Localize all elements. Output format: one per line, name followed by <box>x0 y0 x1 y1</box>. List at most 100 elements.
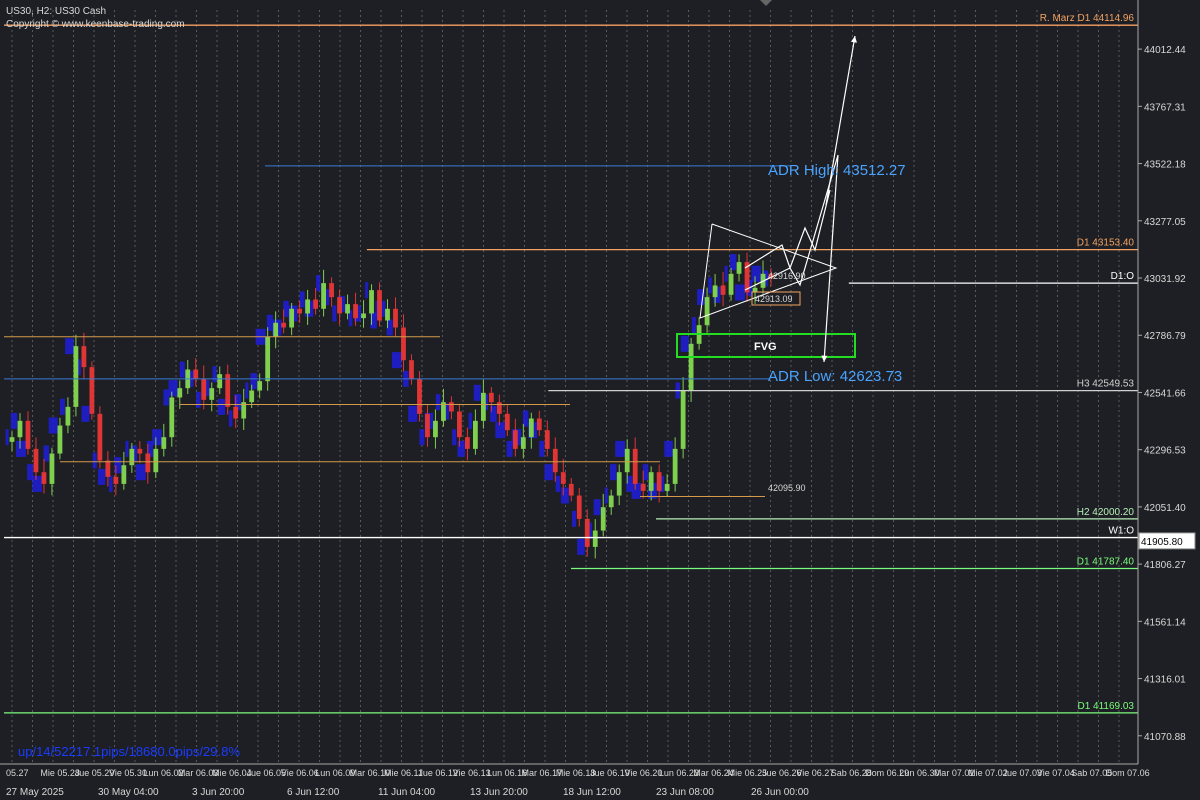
time-label-lower: 3 Jun 20:00 <box>192 787 245 798</box>
volume-profile-bar <box>577 538 585 555</box>
price-tick-label: 41070.88 <box>1144 732 1186 743</box>
candle-body <box>688 343 694 391</box>
time-label-lower: 23 Jun 08:00 <box>656 787 714 798</box>
time-label-lower: 6 Jun 12:00 <box>287 787 340 798</box>
volume-profile-bar <box>97 468 106 485</box>
candle-body <box>417 378 422 414</box>
volume-profile-bar <box>435 394 441 411</box>
level-label: D1:O <box>1111 271 1135 282</box>
candle-body <box>289 308 295 328</box>
candle-body <box>680 390 686 449</box>
label-42916: 42916.90 <box>768 271 806 281</box>
candle-body <box>329 283 334 298</box>
price-tick-label: 42541.66 <box>1144 388 1186 399</box>
candle-body <box>361 313 366 319</box>
time-label-upper: Vie 06.27 <box>796 768 834 778</box>
candle-body <box>89 367 95 414</box>
candle-body <box>504 413 510 431</box>
time-label-upper: Vie 06.20 <box>625 768 663 778</box>
candle-body <box>249 390 255 403</box>
adr-low-label: ADR Low: 42623.73 <box>768 368 902 385</box>
candle-body <box>177 388 183 398</box>
volume-profile-bar <box>196 391 201 408</box>
level-label: D1 43153.40 <box>1077 238 1135 249</box>
volume-profile-bar <box>560 487 569 504</box>
volume-profile-bar <box>452 429 457 446</box>
candle-body <box>137 448 143 454</box>
candle-body <box>281 322 287 328</box>
candle-body <box>233 406 239 419</box>
candle-body <box>265 336 271 382</box>
volume-profile-bar <box>315 275 321 292</box>
candle-body <box>217 374 223 389</box>
volume-profile-bar <box>610 464 617 481</box>
candle-body <box>57 425 63 454</box>
volume-profile-bar <box>468 412 473 429</box>
volume-profile-bar <box>48 417 58 434</box>
volume-profile-bar <box>544 464 553 481</box>
candle-body <box>704 297 710 326</box>
stats-text: up/14/52217.1pips/18680.0pips/29.8% <box>18 744 240 759</box>
candle-body <box>105 460 111 477</box>
candle-body <box>73 346 79 407</box>
candle-body <box>41 472 47 484</box>
volume-profile-bar <box>27 464 34 481</box>
candle-body <box>664 483 670 491</box>
candle-body <box>568 483 574 496</box>
candle-body <box>640 483 646 491</box>
candle-body <box>353 304 358 319</box>
volume-profile-bar <box>299 291 305 308</box>
volume-profile-bar <box>615 440 626 457</box>
price-tick-label: 43522.18 <box>1144 160 1186 171</box>
volume-profile-bar <box>680 335 689 352</box>
volume-profile-bar <box>691 317 696 334</box>
price-tick-label: 43767.31 <box>1144 102 1186 113</box>
time-label-lower: 13 Jun 20:00 <box>470 787 528 798</box>
candle-body <box>536 418 542 431</box>
price-tick-label: 44012.44 <box>1144 45 1186 56</box>
volume-profile-bar <box>5 429 9 446</box>
candle-body <box>616 472 622 496</box>
volume-profile-bar <box>109 475 113 492</box>
candle-body <box>520 437 526 449</box>
volume-profile-bar <box>572 510 577 527</box>
volume-profile-bar <box>473 384 481 401</box>
candle-body <box>728 273 734 295</box>
header-copyright: Copyright © www.keenbase-trading.com <box>6 19 185 30</box>
volume-profile-bar <box>228 410 233 427</box>
candle-body <box>337 297 342 314</box>
volume-profile-bar <box>15 440 26 457</box>
candle-body <box>377 290 382 321</box>
candle-body <box>209 388 215 400</box>
volume-profile-bar <box>604 487 608 504</box>
level-label: W1:O <box>1108 526 1134 537</box>
candle-body <box>33 448 39 473</box>
price-tick-label: 41316.01 <box>1144 675 1186 686</box>
label-42095: 42095.90 <box>768 483 806 493</box>
price-tick-label: 42051.40 <box>1144 503 1186 514</box>
candle-body <box>632 448 638 484</box>
candle-body <box>393 308 398 328</box>
volume-profile-bar <box>631 482 642 499</box>
volume-profile-bar <box>81 405 90 422</box>
candle-body <box>608 495 614 508</box>
candle-body <box>656 472 662 491</box>
volume-profile-bar <box>65 338 74 355</box>
candle-body <box>321 283 326 309</box>
volume-profile-bar <box>10 412 18 429</box>
volume-profile-bar <box>332 305 337 322</box>
candle-body <box>193 369 199 379</box>
time-label-upper: Vie 06.13 <box>453 768 491 778</box>
candle-body <box>169 397 175 438</box>
price-tick-label: 42786.79 <box>1144 331 1186 342</box>
volume-profile-bar <box>735 284 746 301</box>
volume-profile-bar <box>179 361 185 378</box>
volume-profile-bar <box>729 254 737 271</box>
volume-profile-bar <box>135 464 146 481</box>
volume-profile-bar <box>59 398 65 415</box>
candle-body <box>465 437 470 449</box>
time-label-lower: 27 May 2025 <box>6 787 64 798</box>
volume-profile-bar <box>217 398 226 415</box>
candle-body <box>9 437 15 442</box>
candle-body <box>512 430 518 449</box>
